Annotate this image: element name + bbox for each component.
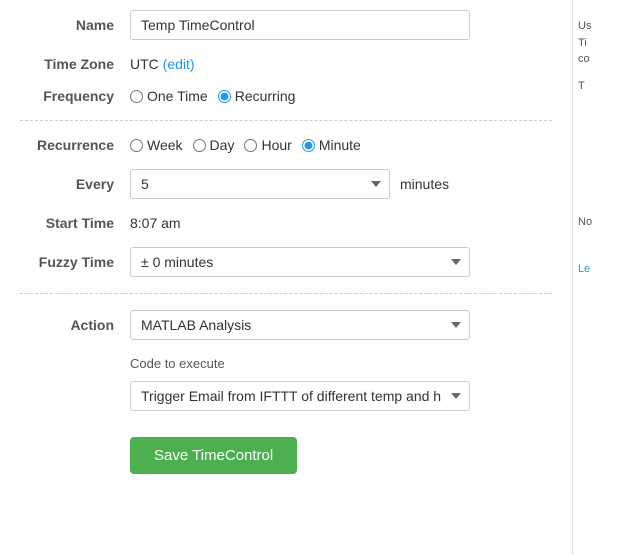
start-time-row: Start Time 8:07 am (20, 215, 552, 231)
recurrence-day-radio[interactable] (193, 139, 206, 152)
recurrence-minute-label: Minute (319, 137, 361, 153)
side-link[interactable]: Le (578, 263, 590, 275)
side-text-2: T (578, 78, 627, 95)
recurrence-label: Recurrence (20, 137, 130, 153)
timezone-edit-link[interactable]: (edit) (163, 56, 195, 72)
code-row: Code to execute Trigger Email from IFTTT… (20, 356, 552, 411)
frequency-onetime-label: One Time (147, 88, 208, 104)
frequency-label: Frequency (20, 88, 130, 104)
timezone-value: UTC (130, 56, 159, 72)
side-text-4: Le (578, 261, 627, 278)
action-label: Action (20, 317, 130, 333)
frequency-recurring-label: Recurring (235, 88, 296, 104)
divider-2 (20, 293, 552, 294)
recurrence-hour-option[interactable]: Hour (244, 137, 291, 153)
every-suffix: minutes (400, 176, 449, 192)
frequency-recurring-radio[interactable] (218, 90, 231, 103)
recurrence-row: Recurrence Week Day Hour Minute (20, 137, 552, 153)
side-panel: Us Ti co T No Le (572, 0, 632, 555)
recurrence-week-radio[interactable] (130, 139, 143, 152)
save-button[interactable]: Save TimeControl (130, 437, 297, 474)
frequency-row: Frequency One Time Recurring (20, 88, 552, 104)
recurrence-hour-label: Hour (261, 137, 291, 153)
recurrence-minute-radio[interactable] (302, 139, 315, 152)
timezone-label: Time Zone (20, 56, 130, 72)
name-row: Name (20, 10, 552, 40)
start-time-label: Start Time (20, 215, 130, 231)
divider-1 (20, 120, 552, 121)
timezone-row: Time Zone UTC (edit) (20, 56, 552, 72)
code-label: Code to execute (130, 356, 225, 371)
side-text-3: No (578, 214, 627, 231)
recurrence-day-label: Day (210, 137, 235, 153)
action-select[interactable]: MATLAB Analysis Email HTTP Request (130, 310, 470, 340)
recurrence-week-label: Week (147, 137, 183, 153)
frequency-onetime-radio[interactable] (130, 90, 143, 103)
fuzzy-time-row: Fuzzy Time ± 0 minutes ± 1 minute ± 2 mi… (20, 247, 552, 277)
frequency-onetime-option[interactable]: One Time (130, 88, 208, 104)
code-select[interactable]: Trigger Email from IFTTT of different te… (130, 381, 470, 411)
side-text-1: Us Ti co (578, 18, 627, 68)
name-label: Name (20, 17, 130, 33)
action-row: Action MATLAB Analysis Email HTTP Reques… (20, 310, 552, 340)
recurrence-day-option[interactable]: Day (193, 137, 235, 153)
name-input[interactable] (130, 10, 470, 40)
fuzzy-time-label: Fuzzy Time (20, 254, 130, 270)
start-time-value: 8:07 am (130, 215, 181, 231)
fuzzy-time-select[interactable]: ± 0 minutes ± 1 minute ± 2 minutes ± 5 m… (130, 247, 470, 277)
recurrence-hour-radio[interactable] (244, 139, 257, 152)
every-label: Every (20, 176, 130, 192)
every-select[interactable]: 1 2 3 4 5 10 15 20 30 (130, 169, 390, 199)
recurrence-week-option[interactable]: Week (130, 137, 183, 153)
every-row: Every 1 2 3 4 5 10 15 20 30 minutes (20, 169, 552, 199)
frequency-recurring-option[interactable]: Recurring (218, 88, 296, 104)
recurrence-minute-option[interactable]: Minute (302, 137, 361, 153)
save-row: Save TimeControl (20, 427, 552, 474)
